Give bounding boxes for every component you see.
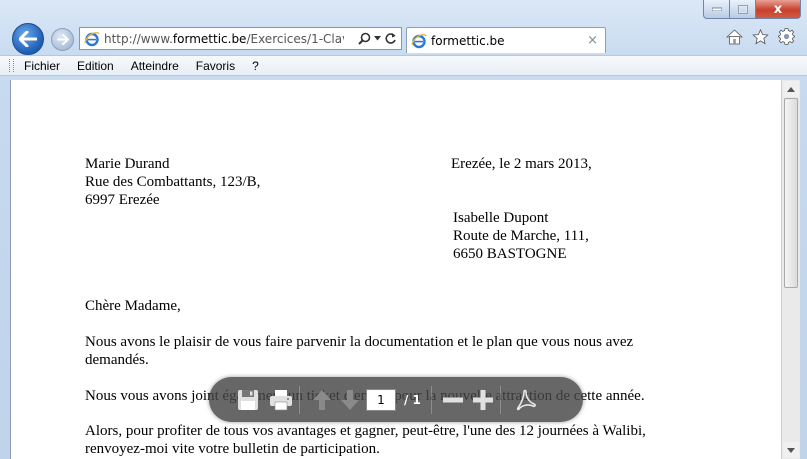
gear-icon (778, 28, 795, 45)
zoom-in-button[interactable] (472, 389, 494, 411)
minimize-button[interactable] (703, 0, 730, 19)
ie-logo-icon (84, 31, 100, 46)
tab-close-icon[interactable]: × (587, 33, 598, 48)
menu-edition[interactable]: Edition (77, 59, 114, 73)
menu-fichier[interactable]: Fichier (24, 59, 60, 73)
next-page-button[interactable] (340, 389, 360, 411)
home-icon (726, 28, 743, 44)
back-button[interactable] (12, 23, 44, 55)
acrobat-icon (516, 389, 536, 410)
dropdown-icon[interactable] (374, 36, 381, 41)
tools-button[interactable] (778, 28, 795, 45)
recipient-name: Isabelle Dupont (453, 210, 549, 226)
toolbar-separator (299, 385, 300, 414)
menu-help[interactable]: ? (252, 59, 259, 73)
favorites-button[interactable] (752, 28, 769, 45)
url-text: http://www.formettic.be/Exercices/1-Clav… (104, 32, 344, 46)
print-icon (270, 389, 292, 410)
tab-formettic[interactable]: formettic.be × (406, 27, 606, 53)
url-domain: formettic.be (172, 31, 247, 46)
plus-icon (472, 389, 493, 410)
arrow-right-icon (56, 34, 69, 45)
paragraph-3-line-2: renvoyez-moi vite votre bulletin de part… (85, 441, 380, 457)
menu-atteindre[interactable]: Atteindre (131, 59, 179, 73)
toolbar-grip[interactable] (9, 59, 14, 72)
page-number-input[interactable]: 1 (366, 388, 396, 411)
salutation: Chère Madame, (85, 298, 181, 314)
sender-name: Marie Durand (85, 156, 170, 172)
sender-street: Rue des Combattants, 123/B, (85, 174, 261, 190)
arrow-up-icon (313, 389, 331, 410)
forward-button[interactable] (51, 28, 74, 51)
recipient-street: Route de Marche, 111, (453, 228, 589, 244)
page-total: / 1 (404, 392, 421, 407)
arrow-left-icon (19, 31, 37, 47)
address-bar[interactable]: http://www.formettic.be/Exercices/1-Clav… (79, 27, 402, 50)
search-icon[interactable] (358, 32, 371, 45)
toolbar-separator (430, 385, 432, 414)
recipient-city: 6650 BASTOGNE (453, 246, 567, 262)
menu-favoris[interactable]: Favoris (196, 59, 235, 73)
vertical-scrollbar[interactable] (781, 80, 800, 459)
toolbar-separator (499, 385, 501, 414)
save-button[interactable] (237, 389, 259, 411)
print-button[interactable] (269, 389, 293, 411)
adobe-reader-button[interactable] (515, 389, 537, 411)
place-date: Erezée, le 2 mars 2013, (451, 156, 592, 172)
chevron-up-icon (787, 86, 795, 92)
close-window-button[interactable]: x (756, 0, 801, 19)
maximize-icon (737, 4, 748, 14)
scroll-up-button[interactable] (783, 81, 799, 97)
sender-city: 6997 Erezée (85, 192, 160, 208)
menu-bar: Fichier Edition Atteindre Favoris ? (0, 55, 807, 76)
paragraph-3-line-1: Alors, pour profiter de tous vos avantag… (85, 423, 646, 439)
close-icon: x (773, 1, 783, 17)
minus-icon (442, 397, 463, 402)
chevron-down-icon (787, 447, 795, 453)
tab-label: formettic.be (431, 33, 505, 48)
star-icon (752, 28, 769, 44)
maximize-button[interactable] (730, 0, 756, 19)
home-button[interactable] (726, 28, 743, 45)
previous-page-button[interactable] (312, 389, 332, 411)
address-tools (358, 32, 401, 45)
paragraph-1-line-2: demandés. (85, 352, 149, 368)
minimize-icon (711, 7, 722, 11)
save-icon (238, 389, 258, 410)
refresh-icon[interactable] (384, 32, 397, 45)
ie-logo-icon (411, 33, 427, 48)
scroll-thumb[interactable] (784, 98, 798, 288)
scroll-down-button[interactable] (783, 442, 799, 458)
window-controls: x (703, 0, 801, 19)
browser-right-icons (726, 28, 795, 45)
url-path: /Exercices/1-Clavier/C (246, 31, 344, 46)
paragraph-1-line-1: Nous avons le plaisir de vous faire parv… (85, 334, 634, 350)
arrow-down-icon (341, 389, 359, 410)
zoom-out-button[interactable] (442, 389, 464, 411)
url-prefix: http://www. (104, 31, 173, 46)
pdf-toolbar: 1 / 1 (209, 377, 583, 422)
